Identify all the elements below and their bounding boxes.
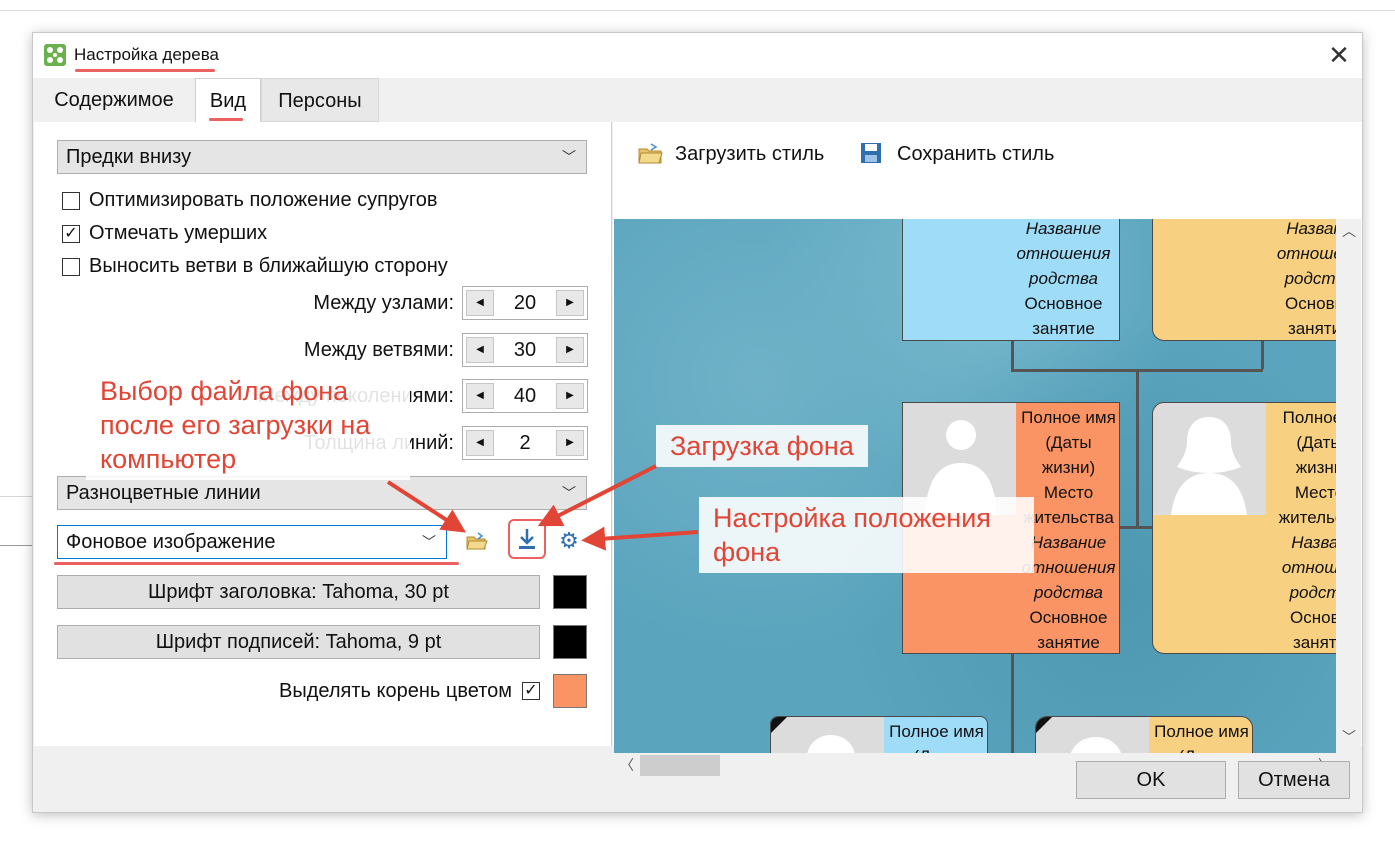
annotation-arrows: [386, 464, 699, 551]
